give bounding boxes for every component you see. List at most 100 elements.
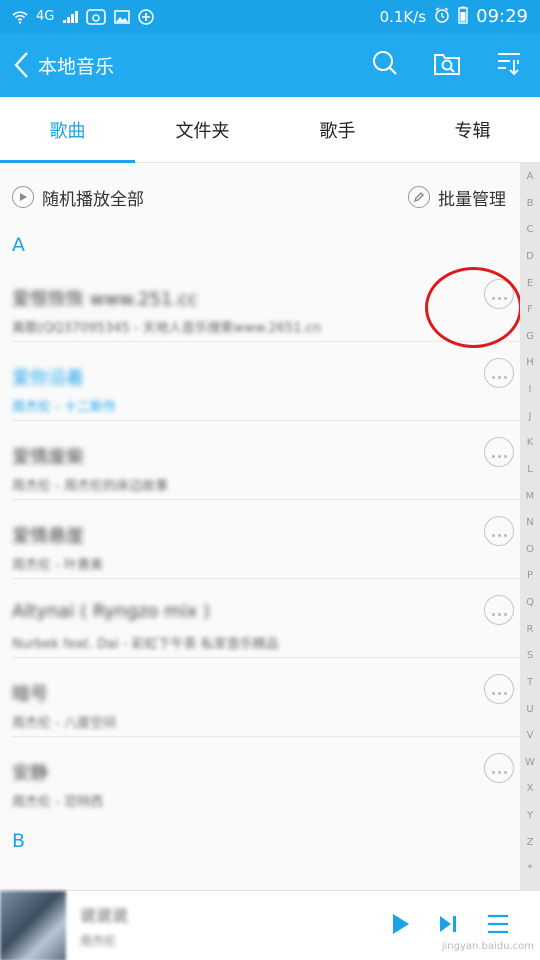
- battery-icon: [458, 6, 468, 28]
- song-subtitle: Nurbek feat. Dai - 彩虹下午茶 私家音乐精品: [12, 637, 279, 652]
- index-letter[interactable]: Y: [527, 810, 533, 837]
- gallery-icon: [114, 9, 131, 24]
- list-item[interactable]: 爱情废柴 周杰伦 - 周杰伦的床边故事: [12, 421, 520, 500]
- list-item[interactable]: 安静 周杰伦 - 范特西: [12, 737, 520, 816]
- index-letter[interactable]: B: [527, 198, 534, 225]
- more-dots-icon: [490, 759, 508, 778]
- index-letter[interactable]: H: [526, 357, 534, 384]
- song-title: 安静: [12, 763, 48, 784]
- more-dots-icon: [490, 601, 508, 620]
- index-letter[interactable]: I: [529, 384, 532, 411]
- index-letter[interactable]: T: [527, 677, 533, 704]
- shuffle-all-button[interactable]: 随机播放全部: [12, 185, 144, 210]
- section-b: B: [0, 822, 520, 892]
- back-icon[interactable]: [4, 33, 38, 97]
- tab-bar: 歌曲 文件夹 歌手 专辑: [0, 97, 540, 163]
- index-letter[interactable]: G: [526, 331, 534, 358]
- more-options-button[interactable]: [484, 358, 514, 388]
- index-letter[interactable]: *: [528, 863, 533, 890]
- status-icons-left: 4G: [12, 8, 155, 25]
- song-subtitle: 周杰伦 - 十二新作: [12, 400, 116, 415]
- index-letter[interactable]: X: [527, 783, 534, 810]
- song-subtitle: 周杰伦 - 周杰伦的床边故事: [12, 479, 168, 494]
- now-playing-artist: 周杰伦: [80, 934, 117, 948]
- song-subtitle: 周杰伦 - 叶惠美: [12, 558, 103, 573]
- index-letter[interactable]: J: [529, 411, 532, 438]
- song-title: 爱恨恢恢 www.251.cc: [12, 289, 198, 310]
- tab-albums[interactable]: 专辑: [405, 97, 540, 162]
- index-letter[interactable]: M: [526, 491, 535, 518]
- list-item[interactable]: 爱情悬崖 周杰伦 - 叶惠美: [12, 500, 520, 579]
- mini-player[interactable]: 说说说 周杰伦 jingyan.baidu.com: [0, 890, 540, 960]
- more-dots-icon: [490, 364, 508, 383]
- index-letter[interactable]: E: [527, 278, 533, 305]
- list-item[interactable]: Altynai ( Ryngzo mix ) Nurbek feat. Dai …: [12, 579, 520, 658]
- alphabet-index-bar[interactable]: A B C D E F G H I J K L M N O P Q R S T U V W X Y Z *: [520, 163, 540, 890]
- batch-manage-label: 批量管理: [438, 189, 506, 210]
- play-circle-icon: [12, 186, 34, 208]
- add-circle-icon: [138, 8, 155, 25]
- sort-button[interactable]: [478, 33, 540, 97]
- play-button[interactable]: [392, 913, 410, 939]
- playlist-button[interactable]: [486, 913, 510, 939]
- index-letter[interactable]: V: [527, 730, 534, 757]
- batch-manage-button[interactable]: 批量管理: [408, 185, 506, 210]
- more-options-button[interactable]: [484, 753, 514, 783]
- section-header-a: A: [12, 234, 25, 256]
- tab-songs[interactable]: 歌曲: [0, 97, 135, 163]
- index-letter[interactable]: Q: [526, 597, 534, 624]
- index-letter[interactable]: K: [527, 437, 534, 464]
- more-options-button[interactable]: [484, 279, 514, 309]
- index-letter[interactable]: A: [527, 171, 534, 198]
- tab-artists[interactable]: 歌手: [270, 97, 405, 162]
- list-item[interactable]: 暗号 周杰伦 - 八度空间: [12, 658, 520, 737]
- more-dots-icon: [490, 285, 508, 304]
- wifi-icon: [12, 10, 28, 24]
- song-subtitle: 周杰伦 - 八度空间: [12, 716, 116, 731]
- song-title: 暗号: [12, 684, 48, 705]
- more-dots-icon: [490, 680, 508, 699]
- song-title: 爱情悬崖: [12, 526, 84, 547]
- list-item[interactable]: 爱恨恢恢 www.251.cc 离歌(QQ37095345 - 天地人音乐搜索w…: [12, 263, 520, 342]
- song-subtitle: 周杰伦 - 范特西: [12, 795, 103, 810]
- network-speed: 0.1K/s: [379, 7, 427, 26]
- play-icon: [392, 913, 410, 939]
- song-title: 爱情废柴: [12, 447, 84, 468]
- now-playing-info: 说说说 周杰伦: [80, 902, 128, 949]
- index-letter[interactable]: P: [527, 570, 533, 597]
- more-options-button[interactable]: [484, 516, 514, 546]
- section-header-b: B: [12, 830, 26, 852]
- network-type-label: 4G: [36, 9, 55, 24]
- song-list: 爱恨恢恢 www.251.cc 离歌(QQ37095345 - 天地人音乐搜索w…: [0, 263, 520, 816]
- song-title: Altynai ( Ryngzo mix ): [12, 601, 211, 622]
- alarm-icon: [434, 6, 450, 27]
- next-track-icon: [438, 914, 458, 938]
- index-letter[interactable]: L: [527, 464, 533, 491]
- sort-icon: [495, 49, 523, 81]
- more-options-button[interactable]: [484, 437, 514, 467]
- next-button[interactable]: [438, 914, 458, 938]
- tab-folders[interactable]: 文件夹: [135, 97, 270, 162]
- more-options-button[interactable]: [484, 595, 514, 625]
- index-letter[interactable]: Z: [527, 837, 534, 864]
- index-letter[interactable]: C: [527, 224, 534, 251]
- index-letter[interactable]: F: [527, 304, 533, 331]
- index-letter[interactable]: R: [527, 624, 534, 651]
- more-options-button[interactable]: [484, 674, 514, 704]
- index-letter[interactable]: D: [526, 251, 534, 278]
- folder-search-icon: [433, 49, 461, 81]
- index-letter[interactable]: O: [526, 544, 534, 571]
- scan-music-button[interactable]: [416, 33, 478, 97]
- more-dots-icon: [490, 443, 508, 462]
- shuffle-all-label: 随机播放全部: [42, 189, 144, 210]
- index-letter[interactable]: N: [526, 517, 533, 544]
- playlist-icon: [486, 913, 510, 939]
- list-item[interactable]: 爱你沿着 周杰伦 - 十二新作: [12, 342, 520, 421]
- now-playing-title: 说说说: [80, 906, 129, 925]
- edit-circle-icon: [408, 186, 430, 208]
- search-button[interactable]: [354, 33, 416, 97]
- index-letter[interactable]: U: [526, 704, 533, 731]
- album-art[interactable]: [0, 890, 66, 960]
- index-letter[interactable]: S: [527, 650, 533, 677]
- index-letter[interactable]: W: [525, 757, 535, 784]
